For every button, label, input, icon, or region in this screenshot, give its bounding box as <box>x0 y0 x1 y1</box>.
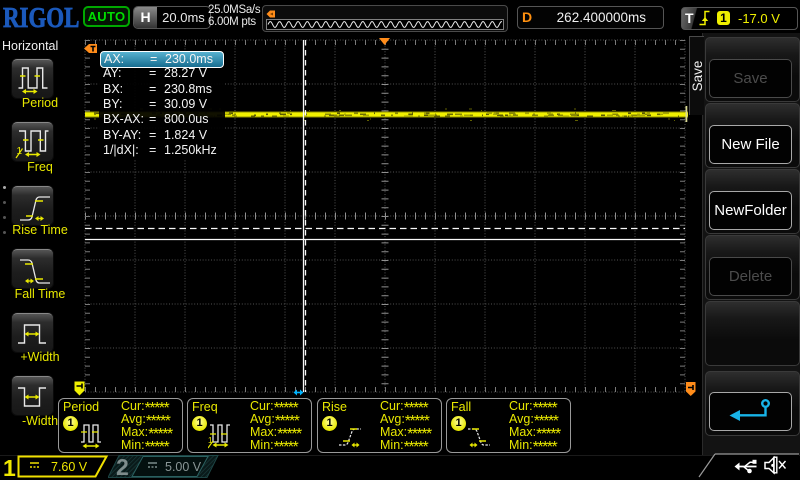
svg-text:5.00 V: 5.00 V <box>165 460 202 474</box>
svg-text:7.60 V: 7.60 V <box>51 460 88 474</box>
